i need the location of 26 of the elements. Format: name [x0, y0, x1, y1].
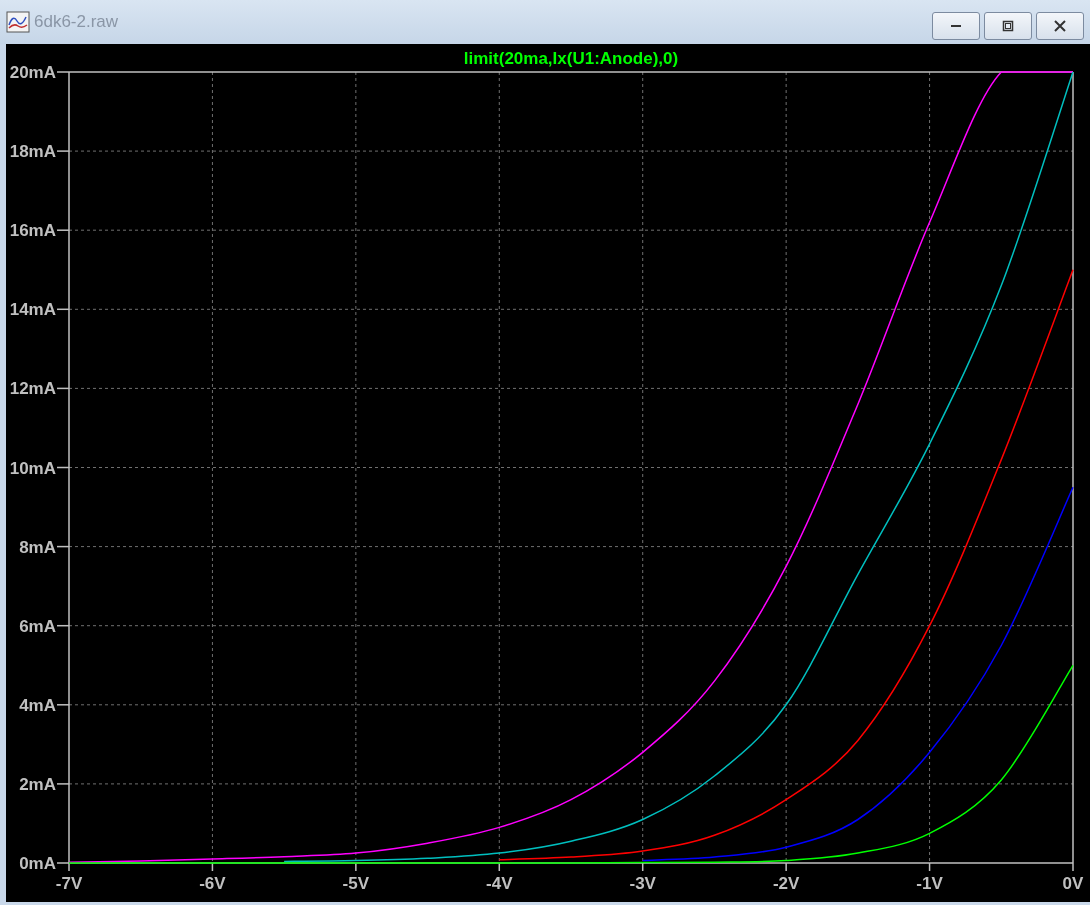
y-tick-label: 8mA — [19, 537, 56, 557]
x-tick-label: -6V — [199, 874, 226, 893]
x-tick-label: -7V — [55, 874, 83, 893]
x-tick-label: -4V — [486, 874, 513, 893]
y-tick-label: 20mA — [9, 63, 56, 82]
y-tick-label: 2mA — [19, 774, 56, 794]
y-tick-label: 12mA — [9, 379, 56, 399]
y-tick-label: 4mA — [19, 695, 56, 715]
x-tick-label: -3V — [629, 874, 656, 893]
x-tick-label: -1V — [916, 874, 943, 893]
x-tick-label: -5V — [342, 874, 370, 893]
close-icon — [1053, 19, 1067, 33]
maximize-button[interactable] — [984, 12, 1032, 40]
chart-title: limit(20ma,Ix(U1:Anode),0) — [463, 49, 679, 68]
y-tick-label: 10mA — [9, 458, 56, 478]
y-tick-label: 14mA — [9, 300, 56, 320]
close-button[interactable] — [1036, 12, 1084, 40]
x-tick-label: 0V — [1062, 874, 1084, 893]
waveform-icon — [6, 11, 30, 33]
y-tick-label: 6mA — [19, 616, 56, 636]
window-title: 6dk6-2.raw — [34, 12, 119, 32]
y-tick-label: 0mA — [19, 854, 56, 873]
x-tick-label: -2V — [772, 874, 800, 893]
y-tick-label: 18mA — [9, 142, 56, 162]
maximize-icon — [1002, 20, 1014, 32]
y-tick-label: 16mA — [9, 221, 56, 241]
